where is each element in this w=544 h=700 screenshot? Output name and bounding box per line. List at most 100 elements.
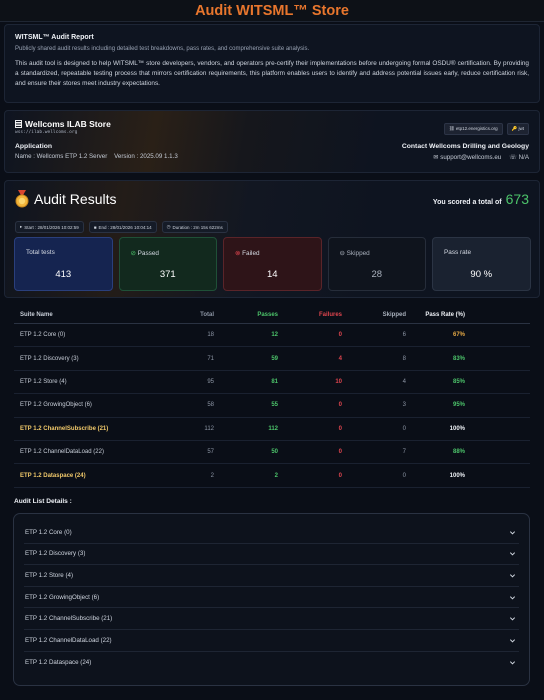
chevron-down-icon[interactable] (509, 594, 516, 601)
table-row: ETP 1.2 ChannelDataLoad (22) 57 50 0 7 88% (14, 441, 530, 465)
card-failed: ⊗ Failed 14 (223, 237, 322, 291)
start-pill: ▸ Start : 28/01/2026 10:02:59 (15, 221, 84, 233)
accordion-item[interactable]: ETP 1.2 Dataspace (24) (24, 652, 519, 674)
accordion-item-label: ETP 1.2 Dataspace (24) (25, 658, 92, 666)
chevron-down-icon[interactable] (509, 572, 516, 579)
chevron-down-icon[interactable] (509, 659, 516, 666)
chevron-down-icon[interactable] (509, 529, 516, 536)
card-passed-label: Passed (137, 250, 159, 257)
cell-suite-name: ETP 1.2 Store (4) (20, 378, 67, 385)
cell-skipped: 3 (402, 402, 406, 409)
cell-failures: 0 (338, 425, 342, 432)
chevron-down-icon[interactable] (509, 550, 516, 557)
card-failed-value: 14 (266, 269, 278, 280)
stop-icon: ■ (93, 224, 97, 230)
accordion-item[interactable]: ETP 1.2 ChannelSubscribe (21) (24, 608, 519, 630)
accordion-item-label: ETP 1.2 Store (4) (25, 571, 74, 579)
accordion-item[interactable]: ETP 1.2 Store (4) (24, 565, 519, 587)
store-name: Wellcoms ILAB Store (25, 119, 111, 129)
accordion-item[interactable]: ETP 1.2 ChannelDataLoad (22) (24, 630, 519, 652)
intro-body: This audit tool is designed to help WITS… (15, 60, 529, 87)
contact-phone: N/A (518, 154, 529, 161)
cell-failures: 10 (335, 378, 342, 385)
card-skipped-label: Skipped (346, 250, 370, 257)
link-icon: ⛓ (448, 126, 456, 131)
score-label: You scored a total of (432, 199, 502, 206)
card-failed-label: Failed (242, 250, 260, 257)
chevron-down-icon[interactable] (509, 637, 516, 644)
cell-suite-name: ETP 1.2 ChannelSubscribe (21) (20, 425, 109, 432)
page-title: Audit WITSML™ Store (195, 2, 349, 19)
card-skipped: ⊖ Skipped 28 (327, 237, 426, 291)
cell-skipped: 7 (402, 449, 406, 456)
accordion-item-label: ETP 1.2 GrowingObject (6) (25, 593, 100, 601)
contact-email-row[interactable]: ✉ support@wellcoms.eu (433, 154, 501, 161)
results-panel: Audit Results You scored a total of 673 … (4, 180, 540, 298)
cell-skipped: 4 (402, 378, 406, 385)
card-total: Total tests 413 (14, 237, 113, 291)
store-panel: Wellcoms ILAB Store wss://ilab.wellcoms.… (4, 110, 540, 173)
cell-total: 95 (207, 378, 214, 385)
cell-skipped: 6 (402, 332, 406, 339)
cell-failures: 0 (338, 402, 342, 409)
key-icon: 🔑 (511, 126, 519, 131)
timing-pills: ▸ Start : 28/01/2026 10:02:59 ■ End : 28/0… (15, 221, 228, 233)
minus-circle-icon: ⊖ (339, 250, 347, 257)
card-rate-label: Pass rate (444, 249, 471, 256)
cell-pass-rate: 83% (452, 355, 465, 362)
card-passed: ⊘ Passed 371 (118, 237, 217, 291)
card-passed-value: 371 (159, 269, 176, 280)
phone-icon: ☏ (509, 154, 519, 161)
cell-pass-rate: 100% (449, 472, 465, 479)
cell-suite-name: ETP 1.2 Discovery (3) (20, 355, 79, 362)
chevron-down-icon[interactable] (509, 615, 516, 622)
col-skipped: Skipped (382, 311, 406, 318)
col-total: Total (200, 311, 214, 318)
cell-total: 57 (207, 449, 214, 456)
check-circle-icon: ⊘ (130, 250, 138, 257)
contact-line: ✉ support@wellcoms.eu ☏ N/A (402, 154, 529, 161)
table-body: ETP 1.2 Core (0) 18 12 0 6 67% ETP 1.2 Discove… (14, 324, 530, 488)
cell-total: 71 (207, 355, 214, 362)
card-total-value: 413 (55, 269, 72, 280)
table-row: ETP 1.2 GrowingObject (6) 58 55 0 3 95% (14, 394, 530, 418)
cell-suite-name: ETP 1.2 Dataspace (24) (20, 472, 86, 479)
card-skipped-value: 28 (371, 269, 383, 280)
table-row: ETP 1.2 Dataspace (24) 2 2 0 0 100% (14, 464, 530, 488)
contact-email: support@wellcoms.eu (440, 154, 502, 161)
table-header: Suite Name Total Passes Failures Skipped… (14, 306, 530, 324)
table-row: ETP 1.2 Core (0) 18 12 0 6 67% (14, 324, 530, 348)
card-total-label: Total tests (26, 249, 55, 256)
intro-heading: WITSML™ Audit Report (15, 34, 94, 41)
cell-passes: 2 (274, 472, 278, 479)
intro-subheading: Publicly shared audit results including … (15, 46, 310, 52)
table-row: ETP 1.2 ChannelSubscribe (21) 112 112 0 0 100… (14, 418, 530, 441)
cell-total: 2 (210, 472, 214, 479)
cell-pass-rate: 100% (449, 425, 465, 432)
contact-title: Contact Wellcoms Drilling and Geology (401, 143, 529, 150)
accordion-item[interactable]: ETP 1.2 Discovery (3) (24, 544, 519, 566)
accordion-item[interactable]: ETP 1.2 GrowingObject (6) (24, 587, 519, 609)
medal-icon (15, 190, 29, 208)
audit-list-accordion: ETP 1.2 Core (0) ETP 1.2 Discovery (3) ETP… (13, 513, 530, 686)
cell-passes: 12 (271, 332, 278, 339)
cell-passes: 55 (271, 402, 278, 409)
cell-suite-name: ETP 1.2 ChannelDataLoad (22) (20, 449, 104, 456)
accordion-item-label: ETP 1.2 ChannelSubscribe (21) (25, 615, 113, 623)
table-row: ETP 1.2 Discovery (3) 71 59 4 8 83% (14, 347, 530, 371)
cell-total: 18 (207, 332, 214, 339)
contact-block: Contact Wellcoms Drilling and Geology ✉ … (402, 143, 529, 161)
card-rate-value: 90 % (470, 269, 493, 280)
cell-suite-name: ETP 1.2 GrowingObject (6) (20, 402, 92, 409)
accordion-item[interactable]: ETP 1.2 Core (0) (24, 522, 519, 544)
cell-failures: 0 (338, 449, 342, 456)
server-icon (15, 120, 22, 128)
cell-total: 112 (204, 425, 214, 432)
cell-skipped: 8 (402, 355, 406, 362)
etp-url-badge: ⛓ etp12.energistics.org (443, 123, 503, 135)
play-icon: ▸ (20, 224, 23, 229)
cell-passes: 59 (271, 355, 278, 362)
audit-list-title: Audit List Details : (14, 498, 72, 505)
cell-failures: 4 (338, 355, 342, 362)
auth-badge: 🔑 jwt (506, 123, 529, 135)
